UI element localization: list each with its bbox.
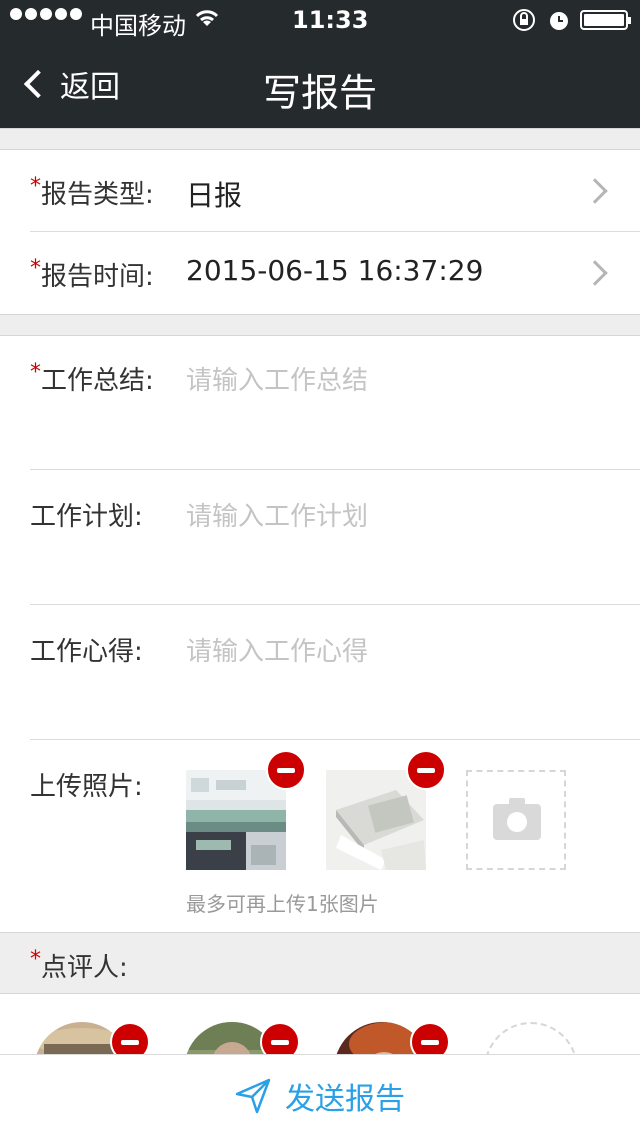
report-time-row[interactable]: *报告时间: 2015-06-15 16:37:29	[0, 232, 640, 314]
battery-icon	[580, 10, 631, 30]
photo-limit-hint: 最多可再上传1张图片	[186, 892, 379, 916]
photos-section: 上传照片: 最多可再上传1张图片	[0, 740, 640, 932]
insight-label: 工作心得:	[30, 637, 143, 667]
required-mark: *	[30, 947, 41, 972]
insight-input[interactable]: 请输入工作心得	[186, 631, 368, 668]
report-time-value: 2015-06-15 16:37:29	[186, 254, 484, 287]
camera-icon	[493, 798, 541, 840]
send-icon	[235, 1078, 271, 1113]
wifi-icon	[195, 10, 219, 26]
insight-field[interactable]: 工作心得: 请输入工作心得	[0, 605, 640, 739]
required-mark: *	[30, 360, 41, 385]
reviewer-label: *点评人:	[30, 947, 128, 983]
photo-thumbnail[interactable]	[186, 770, 286, 870]
add-reviewer-button[interactable]	[484, 1022, 578, 1054]
status-time: 11:33	[292, 6, 369, 34]
summary-input[interactable]: 请输入工作总结	[186, 360, 368, 397]
signal-icon	[10, 8, 85, 20]
report-type-row[interactable]: *报告类型: 日报	[0, 150, 640, 232]
plan-input[interactable]: 请输入工作计划	[186, 496, 368, 533]
photo-thumbnail[interactable]	[326, 770, 426, 870]
remove-reviewer-button[interactable]	[410, 1022, 450, 1054]
plan-label: 工作计划:	[30, 502, 143, 532]
send-report-label: 发送报告	[285, 1081, 405, 1117]
chevron-right-icon	[582, 260, 608, 286]
remove-photo-button[interactable]	[266, 750, 306, 790]
add-photo-button[interactable]	[466, 770, 566, 870]
status-bar: 中国移动 11:33	[0, 0, 640, 40]
photos-label: 上传照片:	[30, 772, 143, 802]
send-report-button[interactable]: 发送报告	[0, 1054, 640, 1136]
page-title: 写报告	[262, 71, 377, 115]
nav-bar: 返回 写报告	[0, 40, 640, 128]
report-type-value: 日报	[186, 179, 243, 212]
remove-reviewer-button[interactable]	[110, 1022, 150, 1054]
required-mark: *	[30, 174, 41, 199]
required-mark: *	[30, 256, 41, 281]
remove-photo-button[interactable]	[406, 750, 446, 790]
report-time-label: *报告时间:	[30, 256, 154, 292]
report-type-label: *报告类型:	[30, 174, 154, 210]
section-divider	[0, 314, 640, 336]
rotation-lock-icon	[513, 9, 535, 31]
remove-reviewer-button[interactable]	[260, 1022, 300, 1054]
plan-field[interactable]: 工作计划: 请输入工作计划	[0, 470, 640, 604]
carrier-name: 中国移动	[90, 12, 186, 40]
reviewer-header: *点评人:	[0, 932, 640, 994]
section-divider	[0, 128, 640, 150]
summary-field[interactable]: *工作总结: 请输入工作总结	[0, 336, 640, 469]
reviewer-list	[0, 994, 640, 1054]
summary-label: *工作总结:	[30, 360, 154, 396]
chevron-right-icon	[582, 178, 608, 204]
alarm-icon	[550, 12, 568, 30]
